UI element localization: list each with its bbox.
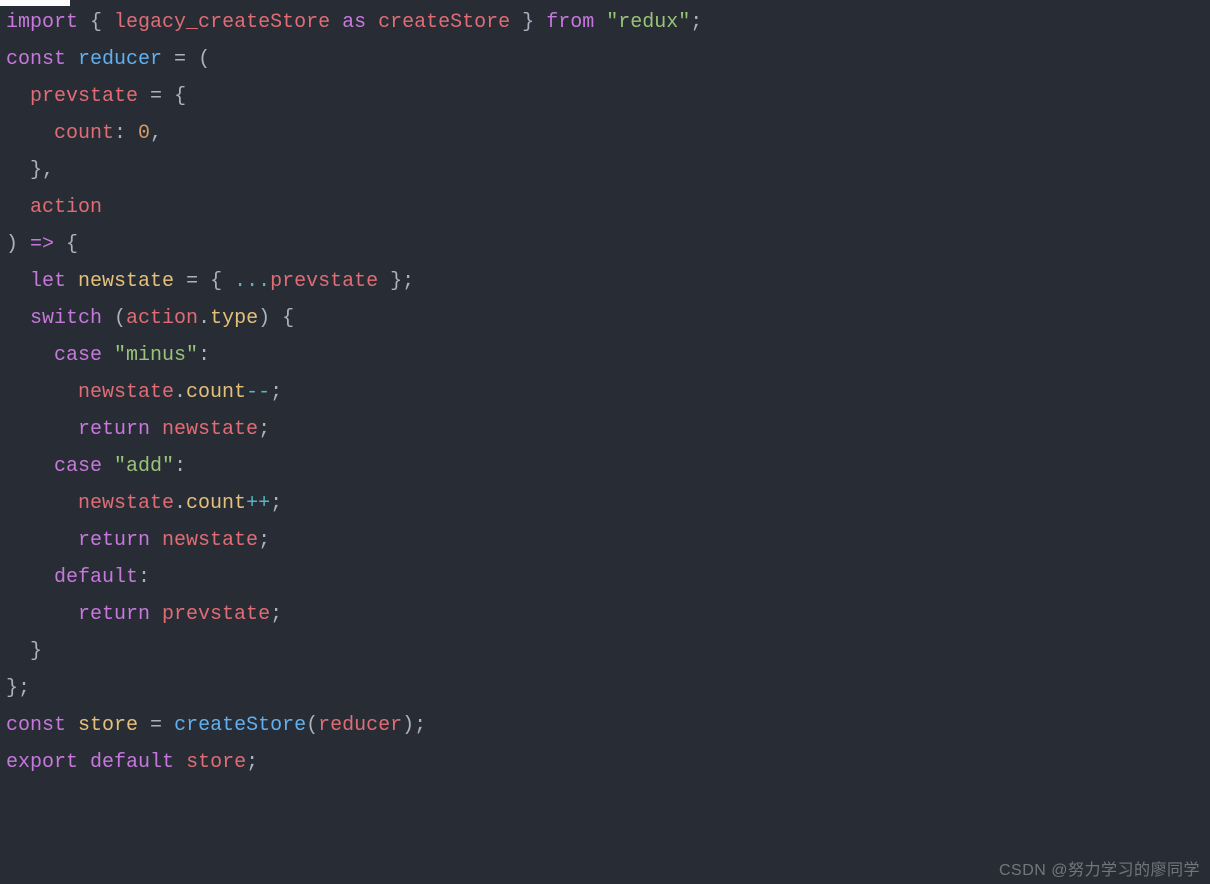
identifier: newstate xyxy=(78,492,174,515)
keyword-switch: switch xyxy=(30,307,102,330)
function-call: createStore xyxy=(174,714,306,737)
watermark: CSDN @努力学习的廖同学 xyxy=(999,856,1200,880)
code-line: } xyxy=(6,640,42,663)
keyword-export: export xyxy=(6,751,78,774)
property-count: count xyxy=(186,492,246,515)
identifier: prevstate xyxy=(162,603,270,626)
keyword-case: case xyxy=(54,344,102,367)
number-literal: 0 xyxy=(138,122,150,145)
param-prevstate: prevstate xyxy=(30,85,138,108)
code-line: action xyxy=(6,196,102,219)
code-line: let newstate = { ...prevstate }; xyxy=(6,270,414,293)
spread-operator: ... xyxy=(234,270,270,293)
increment-operator: ++ xyxy=(246,492,270,515)
keyword-case: case xyxy=(54,455,102,478)
keyword-return: return xyxy=(78,603,150,626)
param-action: action xyxy=(30,196,102,219)
keyword-return: return xyxy=(78,529,150,552)
identifier: newstate xyxy=(78,381,174,404)
identifier: createStore xyxy=(378,11,510,34)
code-line: return newstate; xyxy=(6,529,270,552)
code-line: case "minus": xyxy=(6,344,210,367)
arrow: => xyxy=(30,233,54,256)
identifier: store xyxy=(186,751,246,774)
code-line: return prevstate; xyxy=(6,603,282,626)
property-count: count xyxy=(54,122,114,145)
code-line: export default store; xyxy=(6,751,258,774)
code-line: default: xyxy=(6,566,150,589)
variable-newstate: newstate xyxy=(78,270,174,293)
code-line: import { legacy_createStore as createSto… xyxy=(6,11,702,34)
code-line: count: 0, xyxy=(6,122,162,145)
keyword-as: as xyxy=(342,11,366,34)
keyword-from: from xyxy=(546,11,594,34)
identifier: prevstate xyxy=(270,270,378,293)
code-line: switch (action.type) { xyxy=(6,307,294,330)
identifier: newstate xyxy=(162,529,258,552)
code-editor[interactable]: import { legacy_createStore as createSto… xyxy=(0,0,1210,884)
keyword-const: const xyxy=(6,48,66,71)
code-line: const reducer = ( xyxy=(6,48,210,71)
variable-reducer: reducer xyxy=(78,48,162,71)
string-literal: "minus" xyxy=(114,344,198,367)
keyword-default: default xyxy=(54,566,138,589)
code-line: const store = createStore(reducer); xyxy=(6,714,426,737)
keyword-return: return xyxy=(78,418,150,441)
keyword-default: default xyxy=(90,751,174,774)
keyword-const: const xyxy=(6,714,66,737)
string-literal: "add" xyxy=(114,455,174,478)
keyword-let: let xyxy=(30,270,66,293)
keyword-import: import xyxy=(6,11,78,34)
code-line: ) => { xyxy=(6,233,78,256)
code-line: return newstate; xyxy=(6,418,270,441)
code-line: }; xyxy=(6,677,30,700)
property-count: count xyxy=(186,381,246,404)
code-line: prevstate = { xyxy=(6,85,186,108)
code-line: newstate.count++; xyxy=(6,492,282,515)
identifier: action xyxy=(126,307,198,330)
variable-store: store xyxy=(78,714,138,737)
decrement-operator: -- xyxy=(246,381,270,404)
string-literal: "redux" xyxy=(606,11,690,34)
top-notch xyxy=(0,0,70,6)
identifier: reducer xyxy=(318,714,402,737)
property-type: type xyxy=(210,307,258,330)
code-line: }, xyxy=(6,159,54,182)
identifier: legacy_createStore xyxy=(114,11,330,34)
identifier: newstate xyxy=(162,418,258,441)
code-line: case "add": xyxy=(6,455,186,478)
code-line: newstate.count--; xyxy=(6,381,282,404)
